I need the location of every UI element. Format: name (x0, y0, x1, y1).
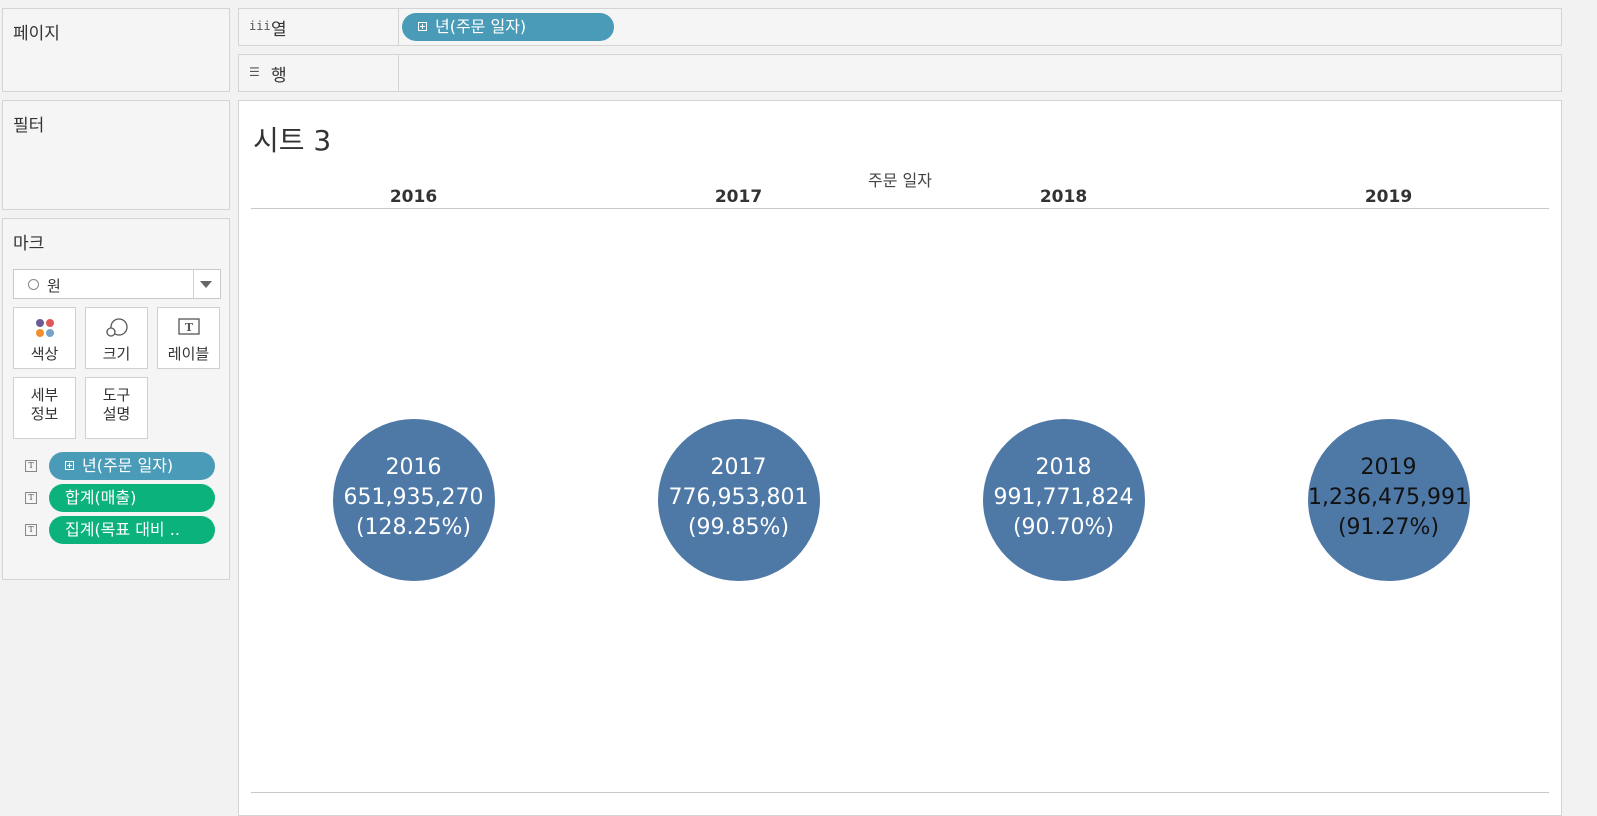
dropdown-divider (193, 270, 194, 298)
header-divider (251, 208, 1549, 209)
expand-plus-icon[interactable] (418, 22, 427, 31)
mark-field-row: T 년(주문 일자) (25, 452, 221, 480)
year-column-header[interactable]: 2017 (679, 187, 799, 207)
pages-title: 페이지 (13, 24, 60, 44)
rows-icon: ☰ (249, 65, 260, 79)
mark-label-year: 2018 (1035, 455, 1092, 480)
year-column-header[interactable]: 2019 (1329, 187, 1449, 207)
svg-text:T: T (184, 321, 193, 334)
tooltip-button[interactable]: 도구 설명 (85, 377, 148, 439)
mark-label-sales: 991,771,824 (993, 485, 1134, 510)
mark-label-sales: 651,935,270 (343, 485, 484, 510)
mark-label-year: 2019 (1360, 455, 1417, 480)
columns-icon: iii (249, 19, 271, 33)
columns-pill-year[interactable]: 년(주문 일자) (402, 13, 614, 41)
filters-title: 필터 (13, 116, 45, 136)
mark-label-year: 2016 (385, 455, 442, 480)
columns-pill-label: 년(주문 일자) (435, 17, 527, 36)
circle-mark-icon (28, 279, 39, 290)
mark-label-sales: 1,236,475,991 (1308, 485, 1469, 510)
circle-mark-label: 2018 991,771,824 (90.70%) (969, 453, 1159, 543)
marks-card: 마크 원 색상 크기 T 레이블 세부 정보 도구 설명 T 년(주문 일자) … (2, 218, 230, 580)
color-dots-icon (35, 319, 54, 337)
bottom-divider (251, 792, 1549, 793)
marks-title: 마크 (13, 234, 45, 254)
size-button-label: 크기 (102, 345, 131, 363)
text-encoding-icon[interactable]: T (25, 524, 37, 536)
chevron-down-icon[interactable] (200, 281, 212, 288)
text-encoding-icon[interactable]: T (25, 460, 37, 472)
year-column-header[interactable]: 2016 (354, 187, 474, 207)
field-pill-sales[interactable]: 합계(매출) (49, 484, 215, 512)
rows-shelf-header: ☰ 행 (239, 55, 399, 91)
size-button[interactable]: 크기 (85, 307, 148, 369)
rows-shelf[interactable]: ☰ 행 (238, 54, 1562, 92)
mark-field-row: T 합계(매출) (25, 484, 221, 512)
label-button[interactable]: T 레이블 (157, 307, 220, 369)
year-column-header[interactable]: 2018 (1004, 187, 1124, 207)
field-pill-label: 합계(매출) (65, 488, 137, 507)
sheet-title[interactable]: 시트 3 (253, 119, 331, 159)
field-pill-label: 집계(목표 대비 .. (65, 520, 180, 539)
detail-button[interactable]: 세부 정보 (13, 377, 76, 439)
field-pill-target-ratio[interactable]: 집계(목표 대비 .. (49, 516, 215, 544)
circle-mark-label: 2016 651,935,270 (128.25%) (319, 453, 509, 543)
tooltip-button-label: 도구 설명 (102, 386, 131, 423)
tableau-workspace: 페이지 필터 마크 원 색상 크기 T 레이블 세부 정보 도구 설명 T 년(… (0, 0, 1597, 816)
field-pill-year[interactable]: 년(주문 일자) (49, 452, 215, 480)
mark-type-dropdown[interactable]: 원 (13, 269, 221, 299)
circle-mark-label: 2017 776,953,801 (99.85%) (644, 453, 834, 543)
text-label-icon: T (177, 318, 200, 335)
columns-shelf-header: iii 열 (239, 9, 399, 45)
columns-shelf[interactable]: iii 열 년(주문 일자) (238, 8, 1562, 46)
columns-shelf-label: 열 (271, 20, 287, 40)
label-button-label: 레이블 (167, 345, 210, 363)
mark-label-ratio: (128.25%) (355, 515, 472, 540)
mark-label-ratio: (90.70%) (1012, 515, 1115, 540)
circle-mark-label: 2019 1,236,475,991 (91.27%) (1294, 453, 1484, 543)
mark-label-ratio: (91.27%) (1337, 515, 1440, 540)
rows-shelf-label: 행 (271, 66, 287, 86)
detail-button-label: 세부 정보 (30, 386, 59, 423)
mark-field-row: T 집계(목표 대비 .. (25, 516, 221, 544)
pages-card[interactable]: 페이지 (2, 8, 230, 92)
size-circles-icon (105, 318, 128, 337)
filters-card[interactable]: 필터 (2, 100, 230, 210)
mark-label-year: 2017 (710, 455, 767, 480)
text-encoding-icon[interactable]: T (25, 492, 37, 504)
color-button[interactable]: 색상 (13, 307, 76, 369)
mark-type-value: 원 (47, 277, 61, 295)
field-pill-label: 년(주문 일자) (82, 456, 174, 475)
worksheet-view[interactable]: 시트 3 주문 일자 2016 651,935,270 (128.25%) 2017 7… (238, 100, 1562, 816)
color-button-label: 색상 (30, 345, 59, 363)
mark-label-ratio: (99.85%) (687, 515, 790, 540)
expand-plus-icon[interactable] (65, 461, 74, 470)
mark-label-sales: 776,953,801 (668, 485, 809, 510)
